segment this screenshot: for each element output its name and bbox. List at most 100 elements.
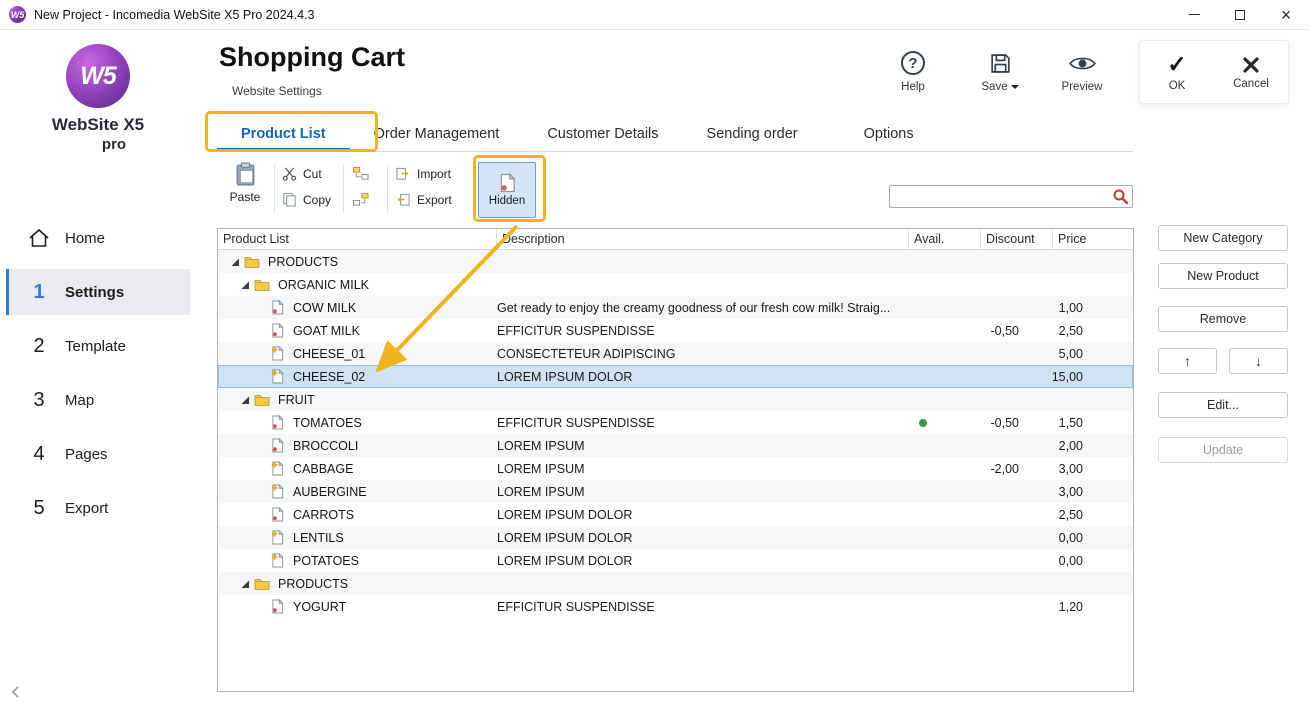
maximize-button[interactable]: [1217, 0, 1263, 29]
cancel-button[interactable]: Cancel: [1214, 41, 1288, 103]
product-icon: [271, 323, 287, 338]
tab-product-list[interactable]: Product List: [217, 119, 350, 151]
column-header-avail[interactable]: Avail.: [909, 229, 981, 249]
availability-cell: [909, 388, 981, 411]
sidebar-item-settings[interactable]: 1 Settings: [6, 269, 190, 315]
import-label: Import: [417, 166, 452, 181]
folder-icon: [254, 577, 272, 590]
sidebar-item-map[interactable]: 3 Map: [6, 377, 190, 423]
price-cell: 0,00: [1058, 530, 1083, 545]
expand-collapse-icon[interactable]: [238, 395, 252, 405]
preview-label: Preview: [1061, 81, 1103, 93]
product-row-cow-milk[interactable]: COW MILK Get ready to enjoy the creamy go…: [218, 296, 1133, 319]
row-label: PRODUCTS: [268, 254, 339, 269]
discount-cell: [981, 526, 1053, 549]
availability-cell: [909, 480, 981, 503]
tab-customer-details[interactable]: Customer Details: [523, 119, 682, 151]
close-button[interactable]: ×: [1263, 0, 1309, 29]
product-list-table: Product List Description Avail. Discount Pri…: [217, 228, 1134, 692]
collapse-sidebar-button[interactable]: [10, 684, 22, 705]
sidebar-item-label: Template: [65, 337, 126, 355]
availability-cell: [909, 457, 981, 480]
search-input[interactable]: [890, 186, 1109, 207]
expand-collapse-icon[interactable]: [238, 579, 252, 589]
page-subtitle: Website Settings: [232, 84, 322, 98]
sidebar-step-number: 3: [33, 388, 45, 411]
remove-button[interactable]: Remove: [1158, 306, 1288, 332]
row-label: AUBERGINE: [293, 484, 367, 499]
product-row-yogurt[interactable]: YOGURT EFFICITUR SUSPENDISSE 1,20: [218, 595, 1133, 618]
product-row-goat-milk[interactable]: GOAT MILK EFFICITUR SUSPENDISSE -0,50 2,50: [218, 319, 1133, 342]
category-row-products[interactable]: PRODUCTS: [218, 572, 1133, 595]
description-cell: [497, 388, 909, 411]
save-dropdown-caret-icon[interactable]: [1010, 85, 1019, 89]
search-magnifier-icon[interactable]: [1109, 188, 1131, 205]
sidebar-item-home[interactable]: Home: [6, 215, 190, 261]
copy-icon: [283, 192, 296, 207]
paste-button[interactable]: Paste: [223, 162, 267, 204]
product-row-cabbage[interactable]: CABBAGE LOREM IPSUM -2,00 3,00: [218, 457, 1133, 480]
edit-button[interactable]: Edit...: [1158, 392, 1288, 418]
available-indicator: [919, 418, 927, 427]
category-row-products[interactable]: PRODUCTS: [218, 250, 1133, 273]
row-label: POTATOES: [293, 553, 359, 568]
product-row-carrots[interactable]: CARROTS LOREM IPSUM DOLOR 2,50: [218, 503, 1133, 526]
sidebar: W5 WebSite X5 pro Home 1 Settings 2 Template…: [0, 30, 196, 713]
cut-label: Cut: [303, 166, 322, 181]
product-row-cheese-01[interactable]: CHEESE_01 CONSECTETEUR ADIPISCING 5,00: [218, 342, 1133, 365]
preview-button[interactable]: Preview: [1045, 50, 1119, 93]
description-cell: LOREM IPSUM DOLOR: [497, 553, 633, 568]
product-row-lentils[interactable]: LENTILS LOREM IPSUM DOLOR 0,00: [218, 526, 1133, 549]
folder-icon: [254, 278, 272, 291]
category-row-fruit[interactable]: FRUIT: [218, 388, 1133, 411]
hidden-toggle-button[interactable]: Hidden: [478, 162, 536, 218]
help-button[interactable]: ? Help: [876, 50, 950, 93]
sidebar-item-pages[interactable]: 4 Pages: [6, 431, 190, 477]
availability-cell: [909, 549, 981, 572]
save-button[interactable]: Save: [963, 50, 1037, 93]
minimize-button[interactable]: [1171, 0, 1217, 29]
column-header-product-list[interactable]: Product List: [218, 229, 497, 249]
column-header-price[interactable]: Price: [1053, 229, 1133, 249]
ok-button[interactable]: ✓ OK: [1140, 41, 1214, 103]
cut-button[interactable]: Cut: [282, 164, 331, 183]
product-row-cheese-02[interactable]: CHEESE_02 LOREM IPSUM DOLOR 15,00: [218, 365, 1133, 388]
product-icon: [271, 484, 287, 499]
tab-options[interactable]: Options: [840, 119, 938, 151]
price-cell: 3,00: [1058, 484, 1083, 499]
copy-button[interactable]: Copy: [282, 190, 331, 209]
sidebar-item-export[interactable]: 5 Export: [6, 485, 190, 531]
product-toolbar: Paste Cut Copy Import Export Hidden: [217, 158, 1133, 222]
import-icon: [396, 167, 409, 180]
expand-collapse-icon[interactable]: [238, 280, 252, 290]
import-button[interactable]: Import: [395, 164, 452, 183]
category-row-organic-milk[interactable]: ORGANIC MILK: [218, 273, 1133, 296]
product-icon: [271, 599, 287, 614]
new-category-button[interactable]: New Category: [1158, 225, 1288, 251]
row-label: CARROTS: [293, 507, 355, 522]
app-logo: W5 WebSite X5 pro: [0, 44, 196, 153]
product-row-potatoes[interactable]: POTATOES LOREM IPSUM DOLOR 0,00: [218, 549, 1133, 572]
move-into-category-button[interactable]: [352, 164, 370, 183]
column-header-discount[interactable]: Discount: [981, 229, 1053, 249]
tab-order-management[interactable]: Order Management: [350, 119, 524, 151]
new-product-button[interactable]: New Product: [1158, 263, 1288, 289]
move-out-category-button[interactable]: [352, 190, 370, 209]
move-down-button[interactable]: ↓: [1229, 348, 1288, 374]
column-header-description[interactable]: Description: [497, 229, 909, 249]
description-cell: Get ready to enjoy the creamy goodness o…: [497, 300, 891, 315]
move-up-button[interactable]: ↑: [1158, 348, 1217, 374]
product-icon: [271, 553, 287, 568]
tab-sending-order[interactable]: Sending order: [683, 119, 822, 151]
product-row-aubergine[interactable]: AUBERGINE LOREM IPSUM 3,00: [218, 480, 1133, 503]
sidebar-item-template[interactable]: 2 Template: [6, 323, 190, 369]
search-box: [889, 185, 1133, 208]
product-icon: [271, 507, 287, 522]
export-button[interactable]: Export: [395, 190, 452, 209]
update-button[interactable]: Update: [1158, 437, 1288, 463]
availability-cell: [909, 595, 981, 618]
product-row-broccoli[interactable]: BROCCOLI LOREM IPSUM 2,00: [218, 434, 1133, 457]
expand-collapse-icon[interactable]: [228, 257, 242, 267]
product-row-tomatoes[interactable]: TOMATOES EFFICITUR SUSPENDISSE -0,50 1,50: [218, 411, 1133, 434]
discount-cell: [981, 388, 1053, 411]
